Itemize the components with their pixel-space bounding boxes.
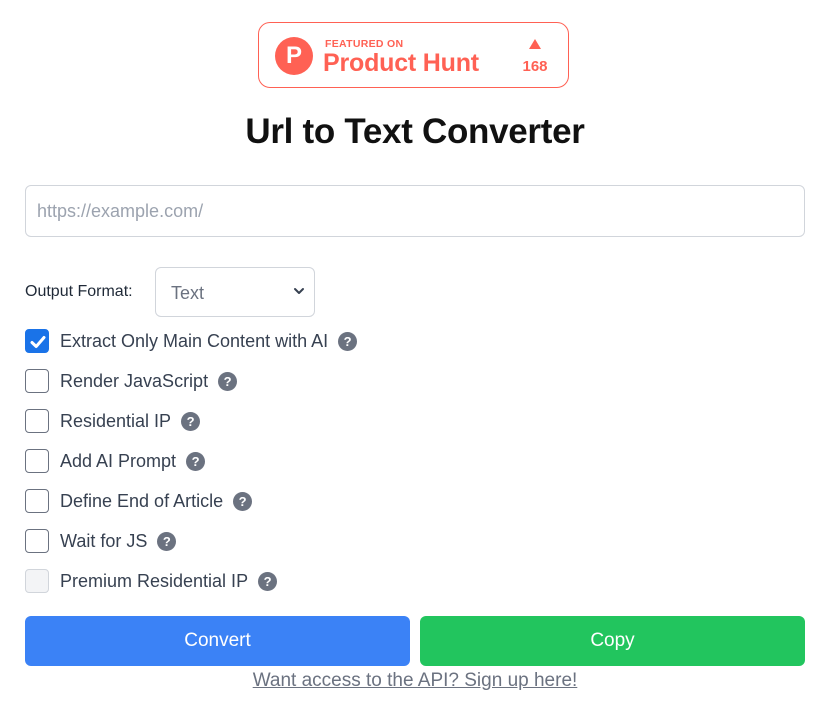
option-label[interactable]: Add AI Prompt xyxy=(60,451,176,472)
help-icon[interactable]: ? xyxy=(186,451,206,471)
help-icon[interactable]: ? xyxy=(258,571,278,591)
option-label[interactable]: Render JavaScript xyxy=(60,371,208,392)
chevron-down-icon xyxy=(294,288,304,294)
option-label[interactable]: Wait for JS xyxy=(60,531,147,552)
upvote-count: 168 xyxy=(522,58,548,75)
option-checkbox[interactable] xyxy=(25,489,49,513)
option-checkbox xyxy=(25,569,49,593)
option-label[interactable]: Define End of Article xyxy=(60,491,223,512)
output-format-value: Text xyxy=(171,283,205,303)
option-row: Render JavaScript? xyxy=(25,368,238,394)
convert-button[interactable]: Convert xyxy=(25,616,410,666)
option-label[interactable]: Extract Only Main Content with AI xyxy=(60,331,328,352)
api-signup-link[interactable]: Want access to the API? Sign up here! xyxy=(0,670,830,692)
product-hunt-badge[interactable]: P FEATURED ON Product Hunt 168 xyxy=(258,22,569,88)
output-format-label: Output Format: xyxy=(25,283,133,300)
option-row: Define End of Article? xyxy=(25,488,253,514)
output-format-select[interactable]: Text xyxy=(155,267,315,317)
help-icon[interactable]: ? xyxy=(157,531,177,551)
copy-button[interactable]: Copy xyxy=(420,616,805,666)
help-icon[interactable]: ? xyxy=(181,411,201,431)
option-checkbox[interactable] xyxy=(25,449,49,473)
checkmark-icon xyxy=(30,336,46,348)
help-icon[interactable]: ? xyxy=(233,491,253,511)
option-row: Wait for JS? xyxy=(25,528,177,554)
option-checkbox[interactable] xyxy=(25,369,49,393)
option-row: Add AI Prompt? xyxy=(25,448,206,474)
help-icon[interactable]: ? xyxy=(218,371,238,391)
product-hunt-logo-icon: P xyxy=(275,37,313,75)
page-title: Url to Text Converter xyxy=(245,112,585,151)
option-label[interactable]: Premium Residential IP xyxy=(60,571,248,592)
option-row: Residential IP? xyxy=(25,408,201,434)
option-checkbox[interactable] xyxy=(25,409,49,433)
option-row: Extract Only Main Content with AI? xyxy=(25,328,358,354)
help-icon[interactable]: ? xyxy=(338,331,358,351)
option-row: Premium Residential IP? xyxy=(25,568,278,594)
product-hunt-name: Product Hunt xyxy=(323,49,479,77)
option-checkbox[interactable] xyxy=(25,529,49,553)
option-label[interactable]: Residential IP xyxy=(60,411,171,432)
url-input[interactable] xyxy=(25,185,805,237)
option-checkbox[interactable] xyxy=(25,329,49,353)
triangle-up-icon xyxy=(529,39,541,49)
